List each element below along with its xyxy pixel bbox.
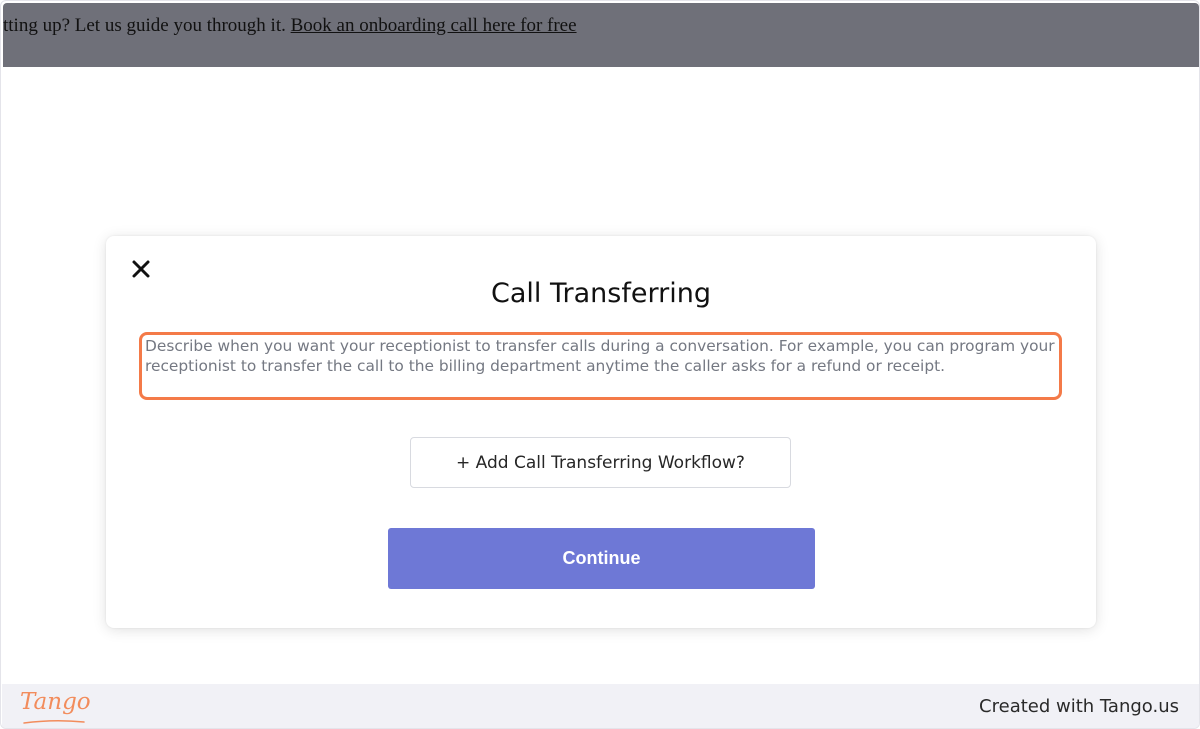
created-with-credit: Created with Tango.us [979,696,1179,717]
add-call-transferring-workflow-button[interactable]: + Add Call Transferring Workflow? [410,437,791,488]
tango-logo: Tango [20,689,91,724]
logo-swash-icon [23,719,85,724]
modal-title: Call Transferring [491,278,711,309]
tango-logo-text: Tango [20,689,91,715]
modal-description: Describe when you want your receptionist… [145,337,1055,375]
close-button[interactable] [130,258,152,280]
onboarding-banner: tting up? Let us guide you through it. B… [3,3,1199,67]
tango-footer: Tango Created with Tango.us [2,684,1199,728]
call-transferring-modal: Call Transferring Describe when you want… [106,236,1096,628]
banner-text: tting up? Let us guide you through it. B… [3,15,577,37]
onboarding-call-link[interactable]: Book an onboarding call here for free [291,15,577,36]
banner-message: tting up? Let us guide you through it. [3,15,291,36]
screenshot-frame: tting up? Let us guide you through it. B… [0,0,1200,729]
continue-button[interactable]: Continue [388,528,815,589]
close-icon [132,260,150,278]
